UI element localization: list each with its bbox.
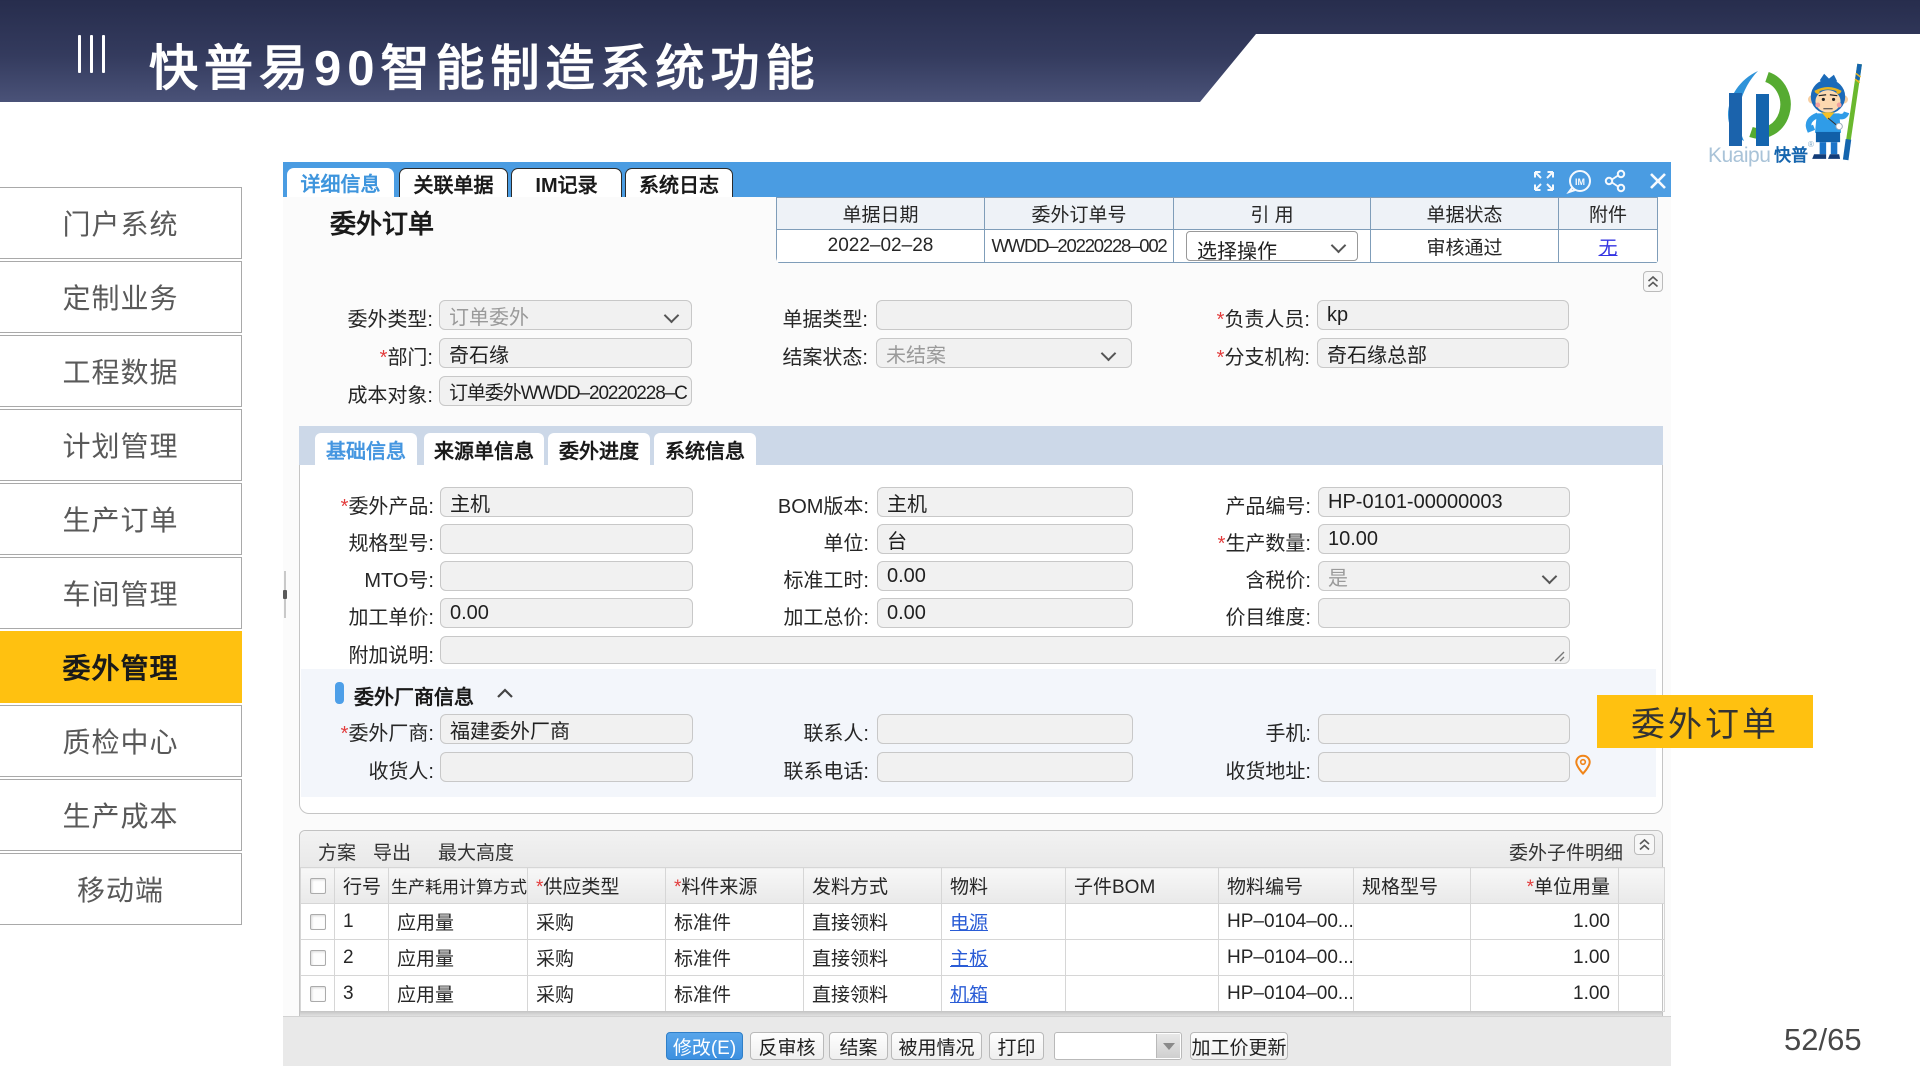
svg-text:Kuaipu: Kuaipu xyxy=(1708,144,1770,167)
svg-text:®: ® xyxy=(1808,140,1814,149)
svg-text:快普: 快普 xyxy=(1774,145,1808,165)
svg-text:IM: IM xyxy=(1575,177,1585,187)
